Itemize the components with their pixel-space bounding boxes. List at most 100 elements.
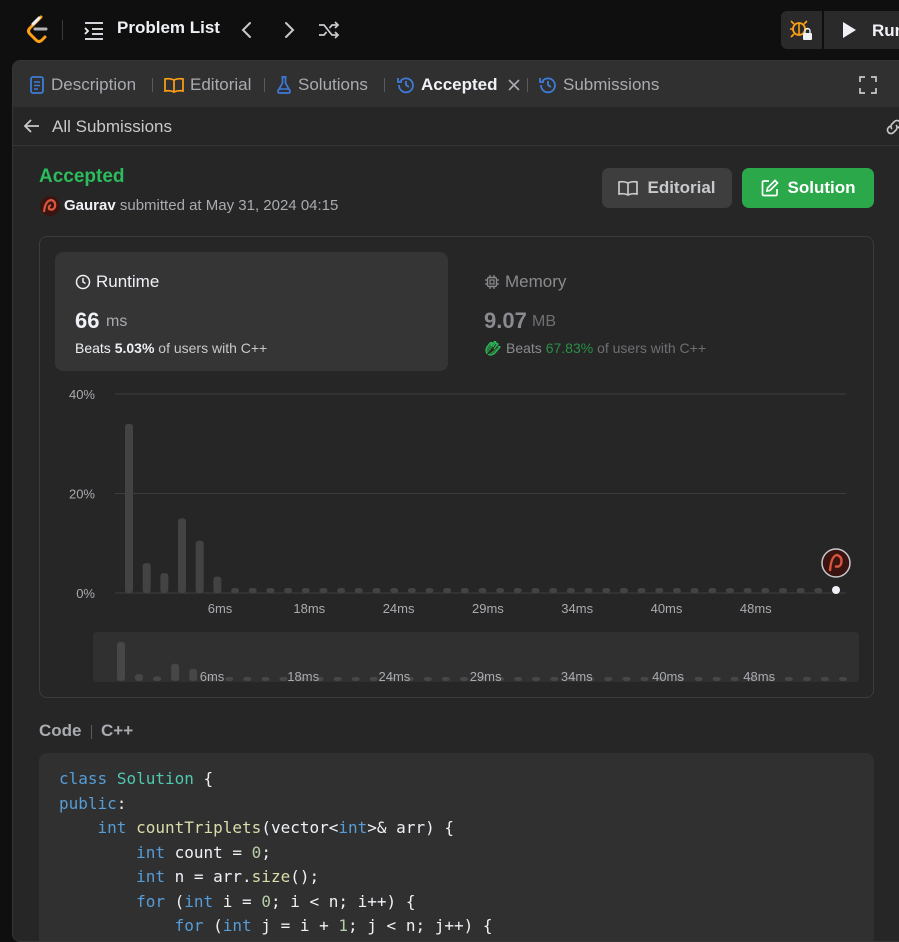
beats-suffix: of users with C++	[597, 340, 707, 356]
chart-bar	[531, 588, 540, 593]
chart-bar	[390, 588, 399, 593]
chart-bar	[761, 588, 770, 593]
clapping-hands-icon	[485, 340, 501, 356]
chart-overview-x-tick-label: 18ms	[287, 669, 319, 684]
chart-bar	[231, 588, 240, 593]
editorial-button[interactable]: Editorial	[602, 168, 732, 208]
avatar[interactable]	[40, 196, 60, 216]
flask-icon	[277, 76, 291, 94]
chart-overview-x-tick-label: 24ms	[379, 669, 411, 684]
chevron-left-icon[interactable]	[236, 18, 258, 42]
chart-bar	[195, 540, 204, 593]
chart-overview-bar	[171, 663, 180, 681]
submission-meta: Gaurav submitted at May 31, 2024 04:15	[64, 197, 338, 214]
chart-bar	[337, 588, 346, 593]
chart-bar	[460, 588, 469, 593]
shuffle-icon[interactable]	[317, 18, 341, 42]
chart-x-tick-label: 34ms	[561, 601, 593, 616]
submission-subbar: All Submissions	[13, 107, 899, 146]
memory-unit: MB	[532, 313, 556, 330]
chart-overview-bar	[532, 677, 541, 681]
chart-x-tick-label: 6ms	[208, 601, 233, 616]
tab-description[interactable]: Description	[29, 74, 136, 96]
code-content: class Solution { public: int countTriple…	[59, 769, 493, 935]
chart-x-tick-label: 18ms	[293, 601, 325, 616]
chart-overview-bar	[459, 677, 468, 681]
top-bar: Problem List Run	[0, 0, 899, 60]
chart-bar	[125, 423, 133, 593]
close-icon[interactable]	[507, 78, 521, 92]
problem-list-title[interactable]: Problem List	[117, 18, 220, 38]
chart-bar	[213, 576, 222, 593]
beats-value: 5.03%	[114, 340, 155, 356]
divider	[264, 78, 265, 92]
chart-overview-bar	[117, 641, 125, 681]
chart-bar	[619, 588, 628, 593]
expand-icon[interactable]	[859, 76, 877, 94]
tab-solutions[interactable]: Solutions	[276, 74, 368, 96]
memory-label[interactable]: Memory	[484, 272, 566, 292]
chart-overview-x-tick-label: 29ms	[470, 669, 502, 684]
tab-accepted[interactable]: Accepted	[397, 74, 527, 96]
all-submissions-link[interactable]: All Submissions	[52, 117, 172, 137]
link-icon[interactable]	[885, 118, 899, 136]
tab-editorial[interactable]: Editorial	[164, 74, 251, 96]
chart-bar	[301, 588, 310, 593]
chart-overview-bar	[369, 677, 378, 681]
chart-x-tick-label: 24ms	[383, 601, 415, 616]
chevron-right-icon[interactable]	[278, 18, 300, 42]
chip-icon	[485, 275, 499, 289]
chart-user-avatar-marker	[821, 548, 851, 578]
chart-overview-bar	[261, 677, 270, 681]
chart-bar	[778, 588, 787, 593]
run-button[interactable]: Run	[872, 21, 899, 41]
tab-submissions[interactable]: Submissions	[539, 74, 659, 96]
divider	[822, 11, 824, 49]
tab-label: Solutions	[298, 75, 368, 94]
chart-overview-bar	[333, 677, 342, 681]
chart-bar	[655, 588, 664, 593]
code-language: C++	[101, 721, 134, 740]
username-link[interactable]: Gaurav	[64, 197, 116, 214]
chart-bar	[796, 588, 805, 593]
chart-overview-bar	[694, 677, 703, 681]
code-viewer[interactable]: class Solution { public: int countTriple…	[39, 753, 874, 941]
chart-overview-bar	[243, 677, 252, 681]
chart-x-tick-label: 48ms	[740, 601, 772, 616]
leetcode-logo-icon[interactable]	[26, 15, 52, 45]
solution-button[interactable]: Solution	[742, 168, 874, 208]
chart-bar	[284, 588, 293, 593]
performance-card: Runtime 66 ms Beats 5.03% of users with …	[39, 236, 874, 698]
chart-overview-bar	[153, 676, 162, 681]
edit-icon	[761, 179, 779, 197]
chart-y-tick-label: 0%	[76, 586, 95, 601]
editorial-button-label: Editorial	[647, 178, 716, 197]
chart-bar	[478, 588, 487, 593]
chart-x-tick-label: 40ms	[651, 601, 683, 616]
chart-bar	[513, 588, 522, 593]
memory-label-text: Memory	[505, 272, 567, 291]
chart-overview-bar	[423, 677, 432, 681]
list-icon[interactable]	[83, 20, 105, 40]
play-icon[interactable]	[839, 20, 859, 40]
debug-locked-icon[interactable]	[781, 11, 821, 49]
chart-overview-bar	[802, 677, 811, 681]
chart-bar	[549, 588, 558, 593]
chart-overview-bar	[550, 677, 559, 681]
beats-suffix: of users with C++	[158, 340, 268, 356]
chart-bar	[319, 588, 328, 593]
chart-bar	[372, 588, 381, 593]
tab-label: Description	[51, 75, 137, 94]
chart-bar	[354, 588, 363, 593]
divider	[384, 78, 385, 92]
chart-overview-bar	[135, 674, 144, 681]
chart-bar	[725, 588, 734, 593]
runtime-label: Runtime	[75, 272, 159, 292]
chart-overview-bar	[225, 677, 234, 681]
chart-bar	[266, 588, 275, 593]
history-icon	[397, 77, 414, 94]
chart-overview-bar	[441, 677, 450, 681]
chart-bar	[690, 588, 699, 593]
arrow-left-icon[interactable]	[23, 117, 41, 135]
chart-x-tick-label: 29ms	[472, 601, 504, 616]
